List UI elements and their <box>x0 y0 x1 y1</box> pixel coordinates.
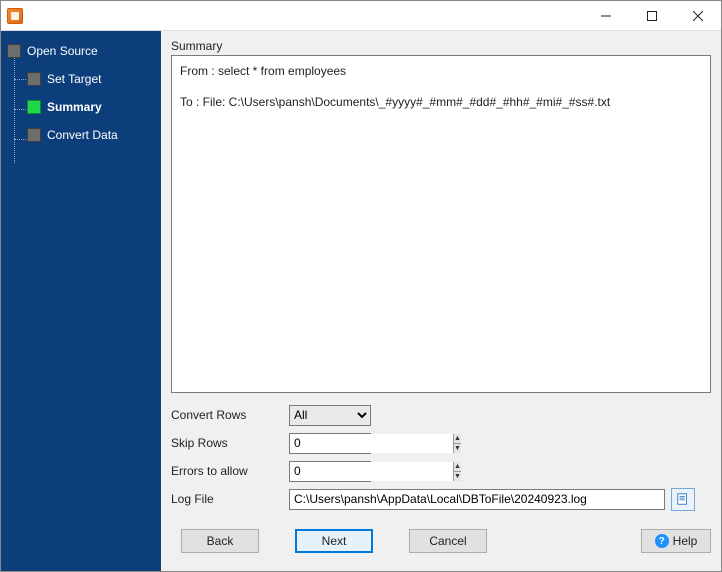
minimize-button[interactable] <box>583 1 629 30</box>
close-button[interactable] <box>675 1 721 30</box>
title-bar <box>1 1 721 31</box>
step-box-icon <box>27 100 41 114</box>
wizard-sidebar: Open Source Set Target Summary Convert D… <box>1 31 161 571</box>
spinner-down-icon[interactable]: ▼ <box>453 472 461 481</box>
skip-rows-input[interactable] <box>290 434 453 453</box>
step-box-icon <box>7 44 21 58</box>
errors-allow-input[interactable] <box>290 462 453 481</box>
browse-log-file-button[interactable] <box>671 488 695 511</box>
back-button[interactable]: Back <box>181 529 259 553</box>
summary-section-label: Summary <box>171 39 711 53</box>
sidebar-item-open-source[interactable]: Open Source <box>1 37 161 65</box>
summary-from-line: From : select * from employees <box>180 62 702 81</box>
app-icon <box>7 8 23 24</box>
file-browse-icon <box>676 492 690 506</box>
spinner-up-icon[interactable]: ▲ <box>453 434 461 444</box>
options-form: Convert Rows All Skip Rows ▲ ▼ Errors to… <box>171 403 711 515</box>
step-box-icon <box>27 72 41 86</box>
sidebar-item-label: Set Target <box>47 72 101 86</box>
sidebar-item-label: Open Source <box>27 44 98 58</box>
sidebar-item-label: Summary <box>47 100 102 114</box>
errors-allow-label: Errors to allow <box>171 464 289 478</box>
help-button-label: Help <box>673 534 698 548</box>
next-button[interactable]: Next <box>295 529 373 553</box>
maximize-button[interactable] <box>629 1 675 30</box>
spinner-up-icon[interactable]: ▲ <box>453 462 461 472</box>
help-icon: ? <box>655 534 669 548</box>
help-button[interactable]: ? Help <box>641 529 711 553</box>
convert-rows-select[interactable]: All <box>289 405 371 426</box>
content-panel: Summary From : select * from employees T… <box>161 31 721 571</box>
skip-rows-label: Skip Rows <box>171 436 289 450</box>
errors-allow-spinner[interactable]: ▲ ▼ <box>289 461 371 482</box>
sidebar-item-set-target[interactable]: Set Target <box>1 65 161 93</box>
spinner-down-icon[interactable]: ▼ <box>453 444 461 453</box>
log-file-label: Log File <box>171 492 289 506</box>
wizard-button-bar: Back Next Cancel ? Help <box>171 529 711 553</box>
log-file-input[interactable] <box>289 489 665 510</box>
convert-rows-label: Convert Rows <box>171 408 289 422</box>
sidebar-item-summary[interactable]: Summary <box>1 93 161 121</box>
summary-textbox[interactable]: From : select * from employees To : File… <box>171 55 711 393</box>
sidebar-item-label: Convert Data <box>47 128 118 142</box>
cancel-button[interactable]: Cancel <box>409 529 487 553</box>
skip-rows-spinner[interactable]: ▲ ▼ <box>289 433 371 454</box>
window-controls <box>583 1 721 30</box>
sidebar-item-convert-data[interactable]: Convert Data <box>1 121 161 149</box>
step-box-icon <box>27 128 41 142</box>
summary-to-line: To : File: C:\Users\pansh\Documents\_#yy… <box>180 93 702 112</box>
